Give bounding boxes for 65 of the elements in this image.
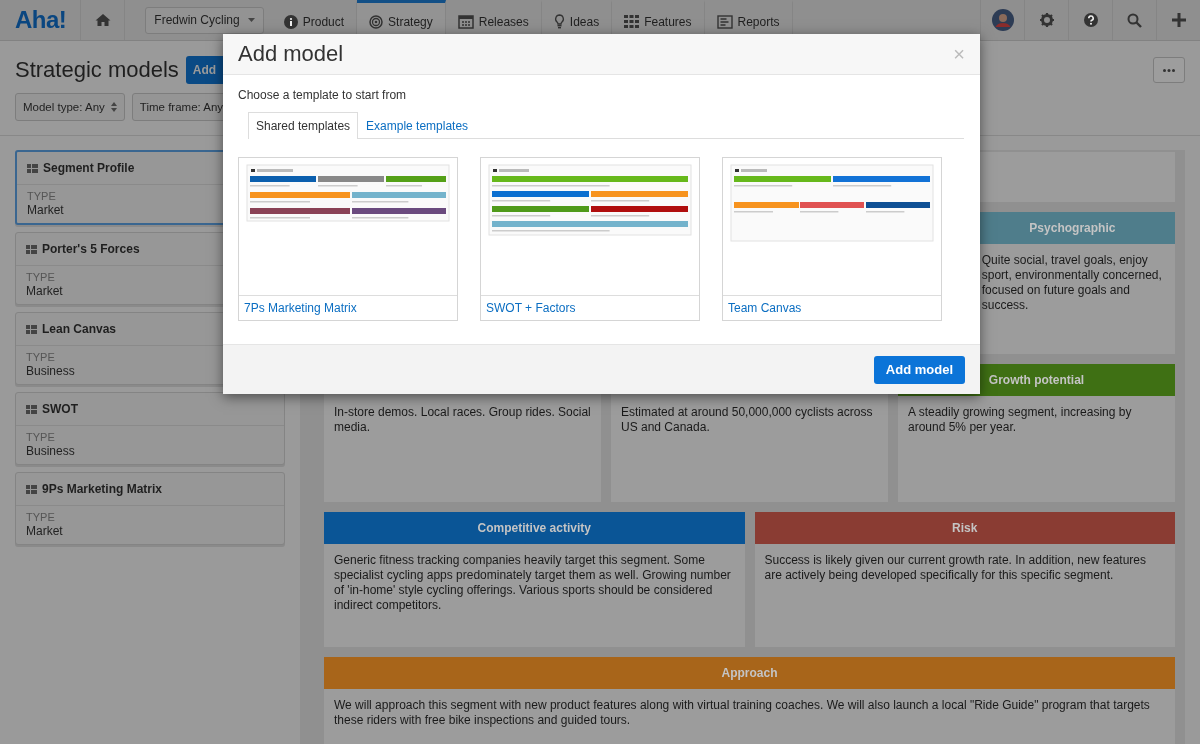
logo[interactable]: Aha!	[0, 0, 81, 40]
grid-icon	[624, 15, 640, 28]
target-icon	[369, 14, 384, 29]
dialog-instruction: Choose a template to start from	[238, 88, 408, 102]
card-text: We will approach this segment with new product features along with virtual training coaches. We will also launch a local "Ride Guide" program that targets these riders with free bike inspections and guided tours.	[333, 697, 1151, 729]
card-text: A steadily growing segment, increasing by around 5% per year.	[907, 404, 1133, 436]
type-value: Business	[26, 444, 76, 458]
calendar-icon	[457, 14, 474, 29]
dialog-title: Add model	[238, 41, 344, 67]
grid-icon	[26, 484, 37, 494]
card-title: Risk	[952, 521, 978, 535]
model-card[interactable]: 9Ps Marketing Matrix TYPE Market	[15, 472, 285, 545]
settings-icon	[1039, 13, 1054, 27]
card-text: Quite social, travel goals, enjoy sport, environmentally concerned, focused on future goals and success.	[980, 252, 1163, 314]
template-tab[interactable]: Example templates	[358, 112, 477, 139]
page-title: Strategic models	[15, 57, 179, 83]
model-name: Lean Canvas	[42, 322, 117, 336]
avatar-icon	[991, 9, 1014, 31]
type-value: Market	[26, 284, 64, 298]
template-card[interactable]: SWOT + Factors	[480, 157, 700, 321]
workspace-dropdown[interactable]: Fredwin Cycling	[145, 6, 264, 34]
card-title: Growth potential	[988, 373, 1085, 387]
model-name: Segment Profile	[43, 161, 135, 175]
card-text: In-store demos. Local races. Group rides. Social media.	[333, 404, 592, 436]
template-tab[interactable]: Shared templates	[248, 112, 359, 139]
type-label: TYPE	[26, 271, 56, 283]
card-text: Success is likely given our current growth rate. In addition, new features are actively being developed specifically for this specific segment.	[763, 552, 1148, 584]
add-model-button[interactable]: Add model	[873, 355, 965, 384]
model-name: 9Ps Marketing Matrix	[42, 482, 163, 496]
plus-icon	[1171, 13, 1186, 27]
more-button[interactable]	[1153, 57, 1185, 83]
help-icon	[1083, 13, 1098, 27]
template-card[interactable]: 7Ps Marketing Matrix	[238, 157, 458, 321]
grid-icon	[26, 324, 37, 334]
template-card[interactable]: Team Canvas	[722, 157, 942, 321]
home-icon	[94, 13, 111, 27]
model-name: Porter's 5 Forces	[42, 242, 140, 256]
sort-icon	[110, 102, 117, 112]
template-name: SWOT + Factors	[485, 300, 577, 317]
model-name: SWOT	[42, 402, 78, 416]
caret-icon	[247, 18, 255, 22]
more-icon	[1163, 68, 1175, 72]
search-icon	[1127, 12, 1142, 28]
info-icon	[283, 14, 298, 29]
card-title: Competitive activity	[477, 521, 591, 535]
card-text: Estimated at around 50,000,000 cyclists across US and Canada.	[620, 404, 874, 436]
grid-icon	[26, 404, 37, 414]
type-label: TYPE	[27, 190, 57, 202]
type-value: Market	[26, 524, 64, 538]
card-text: Generic fitness tracking companies heavily target this segment. Some specialist cycling apps predominately target them as well. Growing number of 'in-home' style cycling offerings. Various sports should be considered indirect competitors.	[333, 552, 732, 614]
type-label: TYPE	[26, 431, 56, 443]
card-title: Approach	[721, 666, 778, 680]
lightbulb-icon	[553, 14, 565, 29]
grid-icon	[26, 244, 37, 254]
type-label: TYPE	[26, 511, 56, 523]
card-title: Psychographic	[1029, 221, 1116, 235]
model-card[interactable]: SWOT TYPE Business	[15, 392, 285, 465]
grid-icon	[27, 163, 38, 173]
home-button[interactable]	[80, 0, 126, 40]
template-name: Team Canvas	[727, 300, 803, 317]
report-icon	[716, 14, 733, 29]
filter-dropdown[interactable]: Model type: Any	[15, 93, 125, 121]
type-value: Business	[26, 364, 76, 378]
type-value: Market	[27, 203, 65, 217]
type-label: TYPE	[26, 351, 56, 363]
